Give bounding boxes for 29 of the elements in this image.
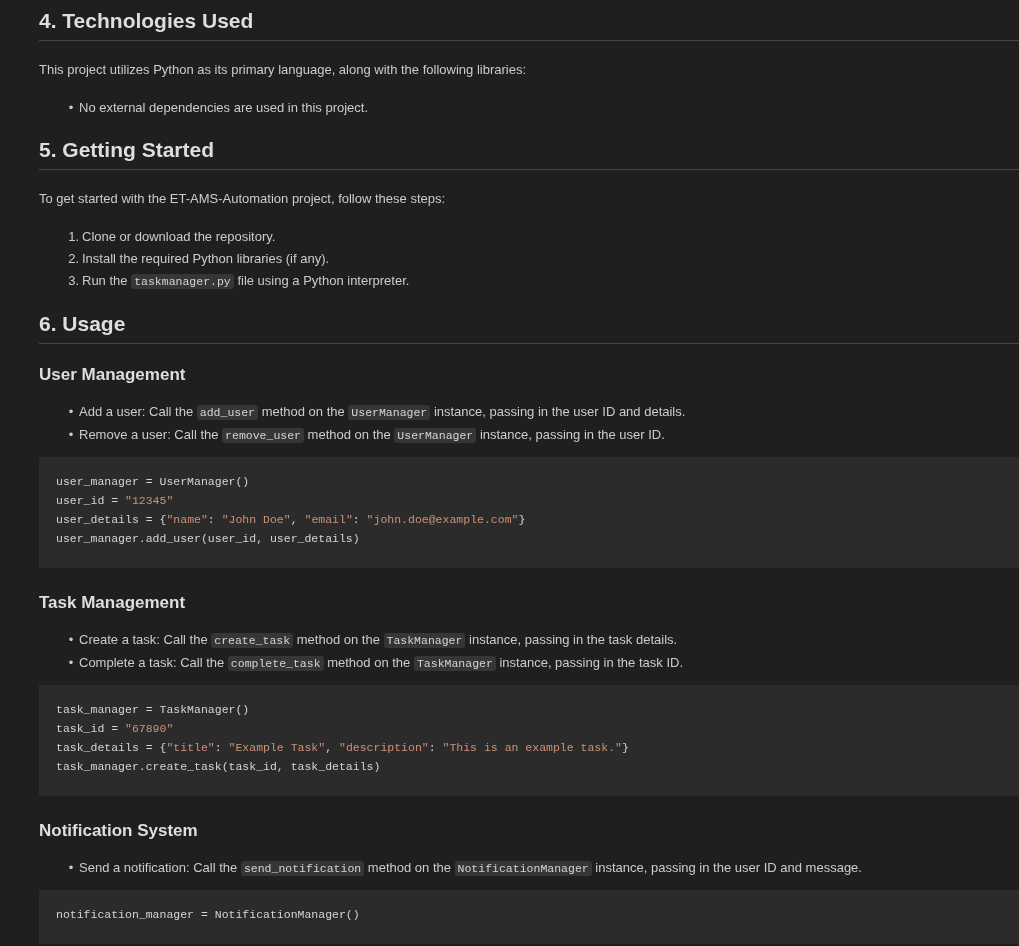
subsection-heading: Task Management (39, 592, 187, 614)
code-block: user_manager = UserManager() user_id = "12345" user_details = {"name": "John Doe", "email": "john.doe@example.com"} user_manager.add_user(user_id, user_details) (39, 457, 1019, 568)
list-item: No external dependencies are used in this project. (79, 99, 369, 117)
code-block: notification_manager = NotificationManager() (39, 890, 1019, 944)
list-item: Complete a task: Call the complete_task method on the TaskManager instance, passing in the task ID. (79, 654, 683, 673)
section-heading: 4. Technologies Used (39, 8, 254, 34)
bullet: • (67, 99, 75, 117)
list-item: Clone or download the repository. (82, 228, 276, 246)
subsection-heading: Notification System (39, 820, 199, 842)
list-number: 2. (67, 250, 79, 268)
list-item: Remove a user: Call the remove_user method on the UserManager instance, passing in the user ID. (79, 426, 665, 445)
bullet: • (67, 631, 75, 649)
paragraph: This project utilizes Python as its primary language, along with the following libraries: (39, 61, 527, 79)
section-heading: 5. Getting Started (39, 137, 215, 163)
bullet: • (67, 654, 75, 672)
bullet: • (67, 403, 75, 421)
list-item: Install the required Python libraries (if any). (82, 250, 330, 268)
code-block: task_manager = TaskManager() task_id = "67890" task_details = {"title": "Example Task", "description": "This is an example task."} task_manager.create_task(task_id, task_details) (39, 685, 1019, 796)
paragraph: To get started with the ET-AMS-Automation project, follow these steps: (39, 190, 447, 208)
list-item: Create a task: Call the create_task method on the TaskManager instance, passing in the task details. (79, 631, 678, 650)
bullet: • (67, 426, 75, 444)
list-item: Send a notification: Call the send_notification method on the NotificationManager instance, passing in the user ID and message. (79, 859, 862, 878)
section-heading: 6. Usage (39, 311, 126, 337)
list-item: Add a user: Call the add_user method on the UserManager instance, passing in the user ID and details. (79, 403, 686, 422)
list-number: 1. (67, 228, 79, 246)
subsection-heading: User Management (39, 364, 187, 386)
list-number: 3. (67, 272, 79, 290)
list-item: Run the taskmanager.py file using a Python interpreter. (82, 272, 410, 291)
bullet: • (67, 859, 75, 877)
